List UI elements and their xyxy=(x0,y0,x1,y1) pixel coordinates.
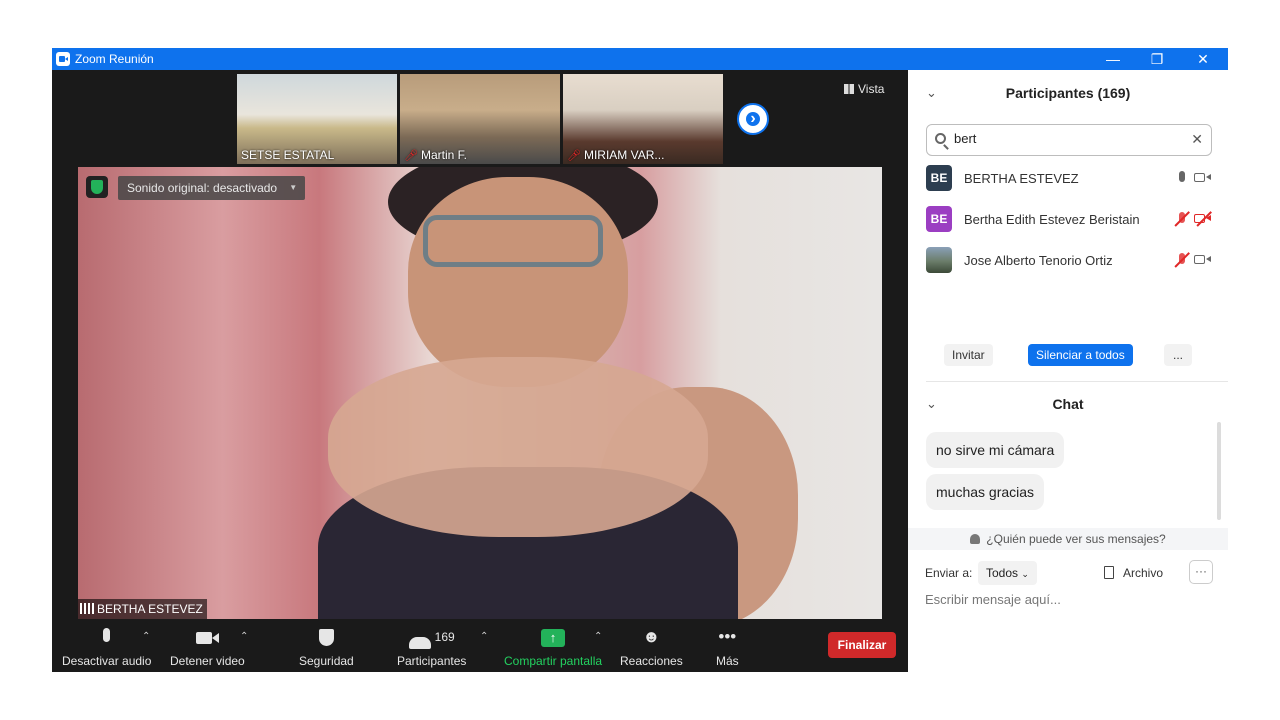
stop-video-button[interactable]: Detener video xyxy=(170,625,245,668)
send-to-label: Enviar a: xyxy=(925,566,973,580)
chat-header: ⌄ Chat xyxy=(926,396,1084,412)
security-button[interactable]: Seguridad xyxy=(299,625,354,668)
avatar: BE xyxy=(926,206,952,232)
share-arrow-icon: ↑ xyxy=(541,628,566,647)
mute-audio-button[interactable]: Desactivar audio xyxy=(62,625,151,668)
chat-message: muchas gracias xyxy=(926,474,1045,510)
participants-icon xyxy=(408,636,431,649)
more-button[interactable]: ••• Más xyxy=(716,625,739,668)
mic-muted-icon: 🎤︎ xyxy=(404,150,418,162)
chat-message: no sirve mi cámara xyxy=(926,432,1065,468)
file-icon xyxy=(1104,566,1114,579)
participant-row[interactable]: Jose Alberto Tenorio Ortiz xyxy=(926,247,1216,275)
video-thumbnail[interactable]: SETSE ESTATAL xyxy=(237,74,397,164)
chat-message-input[interactable] xyxy=(925,592,1215,607)
share-screen-button[interactable]: ↑ Compartir pantalla xyxy=(504,625,602,668)
close-icon[interactable]: ✕ xyxy=(1180,48,1226,70)
mic-muted-icon: 🎤︎ xyxy=(567,150,581,162)
participants-more-button[interactable]: ... xyxy=(1164,344,1193,366)
ellipsis-icon: ••• xyxy=(718,627,737,646)
participant-row[interactable]: BE Bertha Edith Estevez Beristain xyxy=(926,206,1216,234)
participants-button[interactable]: 169 Participantes xyxy=(397,625,466,668)
participants-caret-icon[interactable]: ⌃ xyxy=(480,631,488,642)
participant-search: ✕ xyxy=(926,124,1212,156)
side-panel: ⌄ Participantes (169) ✕ BE BERTHA ESTEVE… xyxy=(908,70,1228,672)
microphone-icon xyxy=(62,625,151,649)
chat-scrollbar[interactable] xyxy=(1217,422,1221,520)
chevron-down-icon: ⌄ xyxy=(1021,569,1029,579)
mic-muted-icon[interactable] xyxy=(1174,250,1190,270)
invite-button[interactable]: Invitar xyxy=(944,344,993,366)
end-meeting-button[interactable]: Finalizar xyxy=(828,632,896,658)
microphone-icon[interactable] xyxy=(1174,168,1190,188)
file-button[interactable]: Archivo xyxy=(1104,566,1163,580)
recipient-dropdown[interactable]: Todos ⌄ xyxy=(978,561,1037,585)
who-can-see-messages[interactable]: ¿Quién puede ver sus mensajes? xyxy=(908,528,1228,550)
shield-icon xyxy=(299,625,354,649)
next-page-button[interactable]: › xyxy=(737,103,769,135)
share-options-caret-icon[interactable]: ⌃ xyxy=(594,631,602,642)
participant-name: BERTHA ESTEVEZ xyxy=(964,171,1079,186)
signal-bars-icon xyxy=(80,603,94,614)
zoom-logo-icon xyxy=(56,52,70,66)
thumbnail-name: Martin F. xyxy=(420,148,467,162)
participants-header: ⌄ Participantes (169) xyxy=(926,85,1131,101)
participant-row[interactable]: BE BERTHA ESTEVEZ xyxy=(926,165,1216,193)
chat-more-button[interactable]: ··· xyxy=(1189,560,1213,584)
title-bar: Zoom Reunión — ❐ ✕ xyxy=(52,48,1228,70)
divider xyxy=(926,381,1228,382)
video-options-caret-icon[interactable]: ⌃ xyxy=(240,631,248,642)
original-sound-dropdown[interactable]: Sonido original: desactivado ▼ xyxy=(118,176,306,200)
video-thumbnail[interactable]: 🎤︎ MIRIAM VAR... xyxy=(563,74,723,164)
mic-muted-icon[interactable] xyxy=(1174,209,1190,229)
participant-name: Bertha Edith Estevez Beristain xyxy=(964,212,1140,227)
person-icon xyxy=(970,534,981,544)
smiley-plus-icon: ☻ xyxy=(642,627,661,646)
participant-count: 169 xyxy=(434,630,455,644)
search-input[interactable] xyxy=(954,131,1184,146)
video-stage: SETSE ESTATAL 🎤︎ Martin F. 🎤︎ MIRIAM VAR..… xyxy=(52,70,908,672)
active-speaker-video: Sonido original: desactivado ▼ BERTHA ES… xyxy=(78,167,882,619)
meeting-toolbar: Desactivar audio ⌃ Detener video ⌃ Segur… xyxy=(52,619,908,672)
window-title: Zoom Reunión xyxy=(75,52,154,66)
chevron-right-icon: › xyxy=(750,110,756,127)
video-off-icon[interactable] xyxy=(1194,209,1214,229)
restore-icon[interactable]: ❐ xyxy=(1134,48,1180,70)
mute-all-button[interactable]: Silenciar a todos xyxy=(1028,344,1133,366)
view-button[interactable]: Vista xyxy=(844,82,884,96)
avatar xyxy=(926,247,952,273)
clear-search-icon[interactable]: ✕ xyxy=(1191,131,1203,148)
video-camera-icon[interactable] xyxy=(1194,250,1214,270)
participant-name: Jose Alberto Tenorio Ortiz xyxy=(964,253,1113,268)
zoom-window: Zoom Reunión — ❐ ✕ SETSE ESTATAL 🎤︎ Marti… xyxy=(52,48,1228,672)
audio-options-caret-icon[interactable]: ⌃ xyxy=(142,631,150,642)
reactions-button[interactable]: ☻ Reacciones xyxy=(620,625,683,668)
speaker-name-label: BERTHA ESTEVEZ xyxy=(78,599,207,619)
video-camera-icon xyxy=(170,625,245,649)
video-camera-icon[interactable] xyxy=(1194,168,1214,188)
minimize-icon[interactable]: — xyxy=(1090,48,1136,70)
avatar: BE xyxy=(926,165,952,191)
thumbnail-name: MIRIAM VAR... xyxy=(583,148,665,162)
search-icon xyxy=(935,133,946,144)
encryption-shield-icon[interactable] xyxy=(86,176,108,198)
thumbnail-name: SETSE ESTATAL xyxy=(241,148,335,162)
video-thumbnail[interactable]: 🎤︎ Martin F. xyxy=(400,74,560,164)
grid-icon xyxy=(844,84,854,94)
caret-down-icon: ▼ xyxy=(289,183,298,192)
